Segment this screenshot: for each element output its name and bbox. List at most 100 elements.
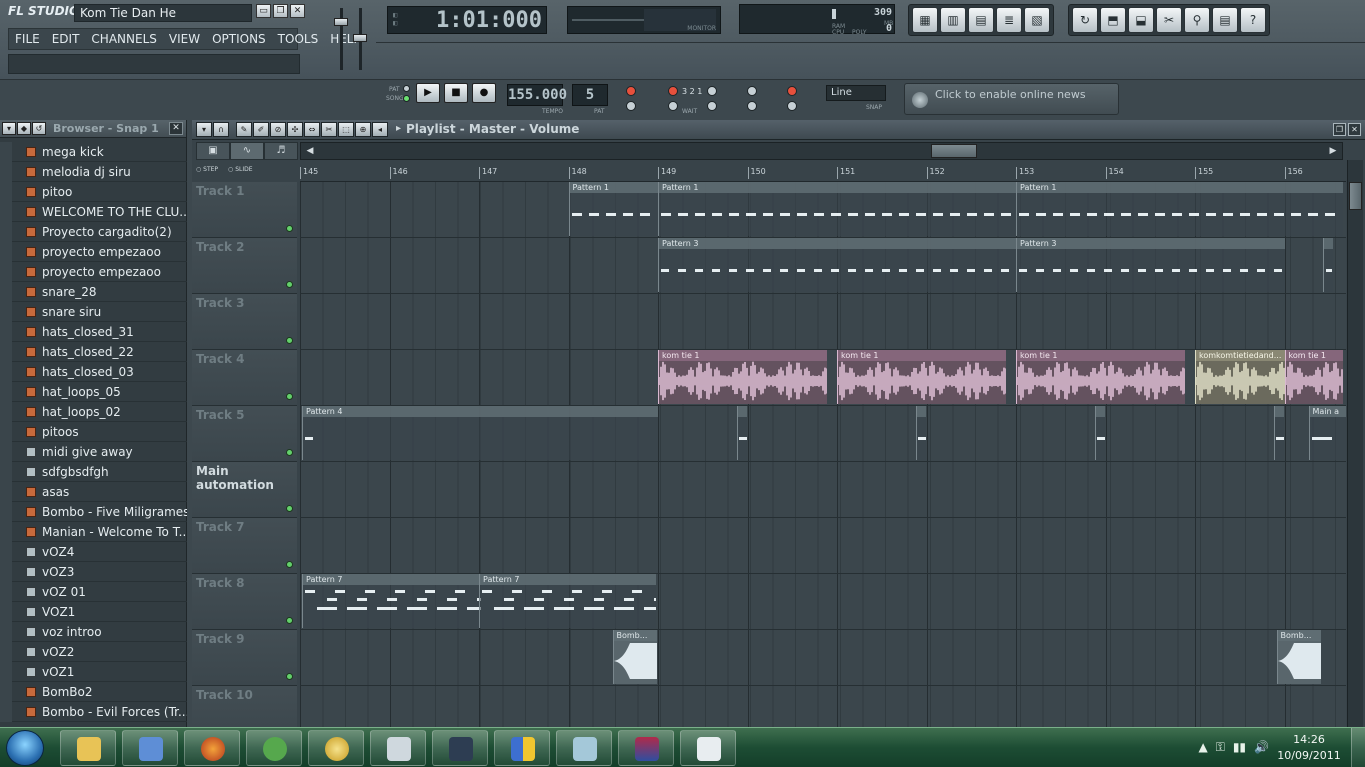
plugin-icon[interactable]: ▤ — [1212, 7, 1238, 33]
browser-item[interactable]: Bombo - Evil Forces (Tr... — [0, 701, 187, 722]
taskbar-media[interactable] — [680, 730, 736, 766]
scroll-right-arrow[interactable]: ▶ — [1326, 144, 1340, 158]
menu-file[interactable]: FILE — [9, 29, 46, 49]
track-mute-led[interactable] — [286, 505, 293, 512]
taskbar-winrar[interactable] — [618, 730, 674, 766]
browser-item[interactable]: vOZ3 — [0, 561, 187, 582]
browser-item[interactable]: pitoos — [0, 421, 187, 442]
master-pitch-slider[interactable] — [353, 34, 367, 42]
playlist-menu-icon[interactable]: ▾ — [196, 122, 212, 137]
step-option[interactable]: STEP — [196, 166, 218, 173]
tray-device-icon[interactable]: ⚿ — [1216, 740, 1225, 755]
track-header[interactable]: Main automation — [192, 462, 297, 518]
browser-item[interactable]: melodia dj siru — [0, 161, 187, 182]
clock[interactable]: 14:26 10/09/2011 — [1277, 732, 1341, 764]
multilink-toggle[interactable] — [787, 86, 797, 96]
browser-item[interactable]: vOZ2 — [0, 641, 187, 662]
taskbar-app-6[interactable] — [370, 730, 426, 766]
minimize-button[interactable]: ▭ — [256, 4, 271, 18]
delete-tool-icon[interactable]: ⊘ — [270, 122, 286, 137]
record-mode-toggle[interactable] — [747, 86, 757, 96]
vertical-scroll-thumb[interactable] — [1349, 182, 1362, 210]
loop-record-toggle[interactable] — [747, 101, 757, 111]
audio-clip[interactable]: kom tie 1 — [837, 350, 1006, 404]
pattern-number-display[interactable]: 5 — [572, 84, 608, 106]
browser-back-icon[interactable]: ↺ — [32, 122, 46, 135]
browser-menu-icon[interactable]: ▾ — [2, 122, 16, 135]
metronome-toggle[interactable] — [707, 101, 717, 111]
track-header[interactable]: Track 5 — [192, 406, 297, 462]
playlist-icon[interactable]: ▦ — [912, 7, 938, 33]
auto-scroll-toggle[interactable] — [787, 101, 797, 111]
browser-icon[interactable]: ≣ — [996, 7, 1022, 33]
audio-clip[interactable]: Bomb... — [612, 630, 657, 684]
browser-item[interactable]: BomBo2 — [0, 681, 187, 702]
save-icon[interactable]: ⬒ — [1100, 7, 1126, 33]
pattern-clip[interactable]: Pattern 1 — [1016, 182, 1343, 236]
pattern-clip[interactable]: Pattern 3 — [658, 238, 1016, 292]
song-mode-radio[interactable] — [403, 95, 410, 102]
song-title-field[interactable]: Kom Tie Dan He — [74, 4, 252, 22]
track-mute-led[interactable] — [286, 337, 293, 344]
mixer-icon[interactable]: ▧ — [1024, 7, 1050, 33]
export-icon[interactable]: ⬓ — [1128, 7, 1154, 33]
track-header[interactable]: Track 2 — [192, 238, 297, 294]
pattern-clip[interactable] — [1322, 238, 1333, 292]
pattern-clip[interactable] — [1094, 406, 1105, 460]
step-sequencer-icon[interactable]: ▥ — [940, 7, 966, 33]
record-button[interactable]: ● — [472, 83, 496, 103]
undo-icon[interactable]: ↻ — [1072, 7, 1098, 33]
track-mute-led[interactable] — [286, 393, 293, 400]
waveform-monitor[interactable]: MONITOR — [567, 6, 721, 34]
browser-item[interactable]: WELCOME TO THE CLU... — [0, 201, 187, 222]
close-button[interactable]: ✕ — [290, 4, 305, 18]
play-button[interactable]: ▶ — [416, 83, 440, 103]
restore-button[interactable]: ❐ — [273, 4, 288, 18]
track-header[interactable]: Track 3 — [192, 294, 297, 350]
browser-item[interactable]: Bombo - Five Miligrames... — [0, 501, 187, 522]
browser-item[interactable]: midi give away — [0, 441, 187, 462]
taskbar-app-9[interactable] — [556, 730, 612, 766]
playlist-title[interactable]: Playlist - Master - Volume — [406, 122, 579, 136]
browser-item[interactable]: snare_28 — [0, 281, 187, 302]
track-header[interactable]: Track 7 — [192, 518, 297, 574]
paint-tool-icon[interactable]: ✐ — [253, 122, 269, 137]
slip-tool-icon[interactable]: ⇔ — [304, 122, 320, 137]
piano-roll-icon[interactable]: ▤ — [968, 7, 994, 33]
online-news-panel[interactable]: Click to enable online news — [904, 83, 1119, 115]
playlist-maximize-button[interactable]: ❐ — [1333, 123, 1346, 136]
audio-clip[interactable]: kom tie 1 — [1284, 350, 1343, 404]
blend-notes-toggle[interactable] — [707, 86, 717, 96]
browser-item[interactable]: vOZ 01 — [0, 581, 187, 602]
playlist-close-button[interactable]: ✕ — [1348, 123, 1361, 136]
magnet-icon[interactable]: ∩ — [213, 122, 229, 137]
help-icon[interactable]: ? — [1240, 7, 1266, 33]
track-mute-led[interactable] — [286, 281, 293, 288]
audio-clip[interactable]: Bomb... — [1276, 630, 1321, 684]
countdown-toggle[interactable] — [668, 86, 678, 96]
scroll-left-arrow[interactable]: ◀ — [303, 144, 317, 158]
volume-icon[interactable]: 🔊 — [1254, 740, 1269, 755]
pattern-clip[interactable]: Main a — [1308, 406, 1346, 460]
zoom-tool-icon[interactable]: ⊕ — [355, 122, 371, 137]
master-volume-slider[interactable] — [334, 18, 348, 26]
stop-button[interactable]: ■ — [444, 83, 468, 103]
playlist-grid[interactable]: Pattern 1 Pattern 1 Pattern 1 Pattern 3 Patt… — [300, 182, 1346, 727]
step-edit-toggle[interactable] — [626, 101, 636, 111]
pattern-clip[interactable]: Pattern 4 — [302, 406, 658, 460]
track-header[interactable]: Track 9 — [192, 630, 297, 686]
browser-item[interactable]: sdfgbsdfgh — [0, 461, 187, 482]
tempo-display[interactable]: 155.000 — [507, 84, 567, 106]
pattern-clip[interactable]: Pattern 7 — [479, 574, 656, 628]
tab-pattern-view[interactable]: ▣ — [196, 142, 230, 160]
track-header[interactable]: Track 8 — [192, 574, 297, 630]
taskbar-app-7[interactable] — [432, 730, 488, 766]
track-header[interactable]: Track 4 — [192, 350, 297, 406]
browser-item[interactable]: vOZ1 — [0, 661, 187, 682]
slice-tool-icon[interactable]: ✂ — [321, 122, 337, 137]
browser-item[interactable]: snare siru — [0, 301, 187, 322]
track-mute-led[interactable] — [286, 561, 293, 568]
pattern-clip[interactable]: Pattern 3 — [1016, 238, 1285, 292]
tab-audio-view[interactable]: ♬ — [264, 142, 298, 160]
slide-option[interactable]: SLIDE — [228, 166, 252, 173]
